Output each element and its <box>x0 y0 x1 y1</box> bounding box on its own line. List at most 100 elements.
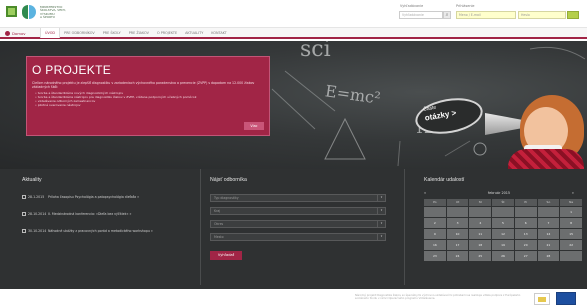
calendar-day[interactable]: 6 <box>514 218 537 228</box>
home-icon <box>5 31 10 36</box>
calendar-day[interactable]: 13 <box>514 229 537 239</box>
login-submit-button[interactable] <box>567 11 579 19</box>
header: MINISTERSTVO ŠKOLSTVA, VEDY, VÝSKUMU A Š… <box>0 0 587 27</box>
calendar-day[interactable] <box>492 207 514 217</box>
more-button[interactable]: Viac <box>244 122 264 130</box>
nav-items: Úvod Pre odborníkov Pre školy Pre žiakov… <box>40 28 231 38</box>
calendar-day[interactable]: 21 <box>537 240 560 250</box>
news-column: Aktuality 28.1.2015 Príloha časopisu Psy… <box>14 169 199 285</box>
nav-item-uvod[interactable]: Úvod <box>40 28 61 38</box>
news-link[interactable]: II. Medzinárodná konferencia: »Dieťa bez… <box>48 212 196 216</box>
city-select[interactable]: Mesto ▾ <box>210 233 386 241</box>
calendar-day[interactable]: 2 <box>424 218 446 228</box>
calendar-day[interactable]: 28 <box>537 251 560 261</box>
calendar-day[interactable] <box>446 207 469 217</box>
news-link[interactable]: Príloha časopisu Psychológia a patopsych… <box>48 195 196 199</box>
chevron-down-icon[interactable]: ▾ <box>377 208 385 214</box>
calendar-day[interactable]: 11 <box>469 229 492 239</box>
calendar-day[interactable]: 22 <box>560 240 582 250</box>
nav-item-aktuality[interactable]: Aktuality <box>181 28 207 38</box>
page: MINISTERSTVO ŠKOLSTVA, VEDY, VÝSKUMU A Š… <box>0 0 587 307</box>
nav-item-kontakt[interactable]: Kontakt <box>207 28 230 38</box>
calendar-day[interactable]: 23 <box>424 251 446 261</box>
footer: Národný projekt Diagnostika žiakov so šp… <box>0 289 587 307</box>
calendar-day[interactable]: 17 <box>446 240 469 250</box>
nav-item-pre-skoly[interactable]: Pre školy <box>99 28 125 38</box>
calendar-day[interactable] <box>514 207 537 217</box>
calendar-day[interactable]: 8 <box>560 218 582 228</box>
ministry-logo-icon[interactable] <box>22 5 36 19</box>
calendar-day[interactable]: 25 <box>469 251 492 261</box>
calendar-weekday: Ne <box>560 199 582 206</box>
calendar-day[interactable] <box>469 207 492 217</box>
calendar-day[interactable]: 27 <box>514 251 537 261</box>
news-item[interactable]: 30.10.2014 Náhodné ukážky z pracovných p… <box>22 229 198 233</box>
nav-item-o-projekte[interactable]: O projekte <box>153 28 181 38</box>
calendar-day[interactable] <box>424 207 446 217</box>
logo-text-line: A ŠPORTU <box>40 15 55 20</box>
calendar-month: február 2015 <box>487 191 511 195</box>
calendar-column: Kalendár udalostí « február 2015 » Po Ut S… <box>406 169 587 285</box>
content-area: Aktuality 28.1.2015 Príloha časopisu Psy… <box>0 169 587 289</box>
news-item[interactable]: 28.1.2015 Príloha časopisu Psychológia a… <box>22 195 198 199</box>
region-select[interactable]: Kraj ▾ <box>210 207 386 215</box>
home-label: Domov <box>12 31 26 36</box>
select-value: Typ diagnostiky <box>214 196 239 200</box>
calendar-day[interactable]: 7 <box>537 218 560 228</box>
calendar-next-icon[interactable]: » <box>572 191 574 195</box>
diagnostics-type-select[interactable]: Typ diagnostiky ▾ <box>210 194 386 202</box>
about-project-panel: O PROJEKTE Cieľom národného projektu je … <box>26 56 270 136</box>
chevron-down-icon[interactable]: ▾ <box>377 195 385 201</box>
select-value: Mesto <box>214 235 224 239</box>
calendar-day[interactable]: 5 <box>492 218 514 228</box>
login-password-input[interactable]: Heslo <box>518 11 566 19</box>
calendar-weekday: St <box>469 199 492 206</box>
district-select[interactable]: Okres ▾ <box>210 220 386 228</box>
finder-column: Nájsť odborníka Typ diagnostiky ▾ Kraj ▾ O… <box>200 169 405 285</box>
state-emblem-logo[interactable] <box>6 6 17 17</box>
esf-logo[interactable] <box>534 293 550 305</box>
home-link[interactable]: Domov <box>5 30 26 37</box>
calendar-nav: « február 2015 » <box>424 191 574 195</box>
news-link[interactable]: Náhodné ukážky z pracovných porád a meto… <box>48 229 196 233</box>
search-button[interactable]: Vyhľadať <box>210 251 242 260</box>
eu-flag-logo[interactable] <box>556 292 576 305</box>
calendar-day[interactable]: 20 <box>514 240 537 250</box>
finder-title: Nájsť odborníka <box>210 177 247 183</box>
calendar-day[interactable]: 24 <box>446 251 469 261</box>
chevron-down-icon[interactable]: ▾ <box>377 221 385 227</box>
login-user-input[interactable]: Meno / E-mail <box>456 11 516 19</box>
calendar-icon <box>22 195 26 199</box>
login-label: Prihlásenie <box>456 4 475 8</box>
nav-item-pre-odbornikov[interactable]: Pre odborníkov <box>60 28 99 38</box>
search-icon[interactable]: ⌕ <box>443 11 451 19</box>
calendar-weekday: Po <box>424 199 446 206</box>
calendar-day[interactable]: 26 <box>492 251 514 261</box>
calendar-day[interactable]: 14 <box>537 229 560 239</box>
search-input[interactable]: Vyhľadávanie <box>399 11 443 19</box>
calendar-day[interactable]: 10 <box>446 229 469 239</box>
calendar-day[interactable]: 1 <box>560 207 582 217</box>
calendar-day[interactable]: 4 <box>469 218 492 228</box>
nav-item-pre-ziakov[interactable]: Pre žiakov <box>125 28 153 38</box>
calendar-icon <box>22 229 26 233</box>
calendar-day[interactable]: 18 <box>469 240 492 250</box>
calendar-weekday: Št <box>492 199 514 206</box>
bullet-item: pilotné overovanie nástrojov <box>35 103 261 107</box>
calendar-day[interactable] <box>537 207 560 217</box>
about-project-title: O PROJEKTE <box>32 63 112 77</box>
search-label: Vyhľadávanie <box>400 4 424 8</box>
calendar-prev-icon[interactable]: « <box>424 191 426 195</box>
chevron-down-icon[interactable]: ▾ <box>377 234 385 240</box>
news-item[interactable]: 28.10.2014 II. Medzinárodná konferencia:… <box>22 212 198 216</box>
calendar-day[interactable]: 16 <box>424 240 446 250</box>
select-value: Okres <box>214 222 224 226</box>
about-project-intro: Cieľom národného projektu je zlepšiť dia… <box>32 81 255 90</box>
calendar-day[interactable]: 9 <box>424 229 446 239</box>
calendar-day[interactable]: 12 <box>492 229 514 239</box>
calendar-day[interactable]: 3 <box>446 218 469 228</box>
calendar-day[interactable]: 19 <box>492 240 514 250</box>
calendar-day[interactable]: 15 <box>560 229 582 239</box>
select-value: Kraj <box>214 209 221 213</box>
calendar-day[interactable] <box>560 251 582 261</box>
